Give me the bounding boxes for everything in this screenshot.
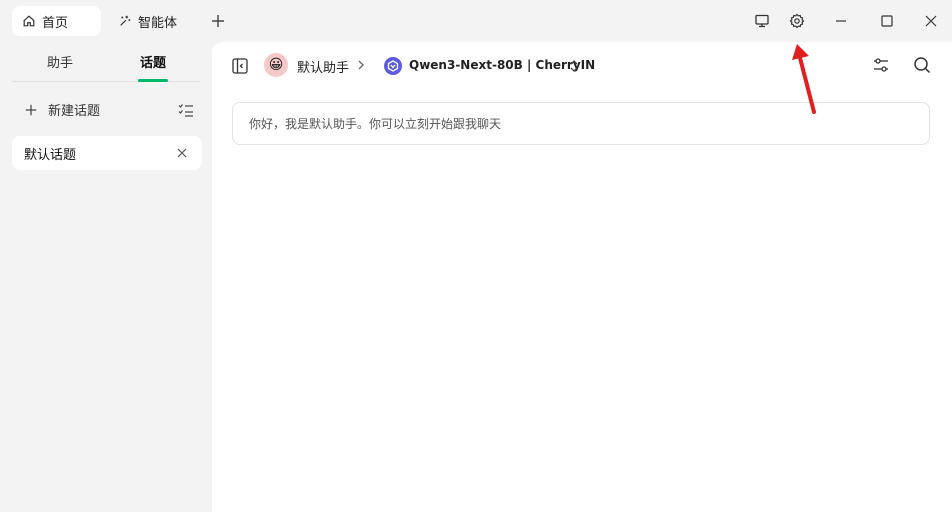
close-icon[interactable] [176,147,188,159]
avatar-emoji: 😀 [268,57,284,73]
sidebar-toggle-icon[interactable] [231,57,249,75]
settings-button[interactable] [786,10,808,32]
avatar[interactable]: 😀 [264,53,288,77]
checklist-icon[interactable] [178,103,194,117]
chat-header: 😀 默认助手 Qwen3-Next-80B | CherryIN [212,42,952,88]
model-logo-icon [387,60,399,72]
model-provider-icon [384,57,402,75]
topic-item-label: 默认话题 [24,147,77,163]
tab-assistants[interactable]: 助手 [47,52,73,71]
minimize-button[interactable] [830,10,852,32]
assistant-name[interactable]: 默认助手 [297,57,349,76]
tab-home[interactable]: 首页 [12,6,101,36]
new-topic-label: 新建话题 [48,104,101,119]
topic-item[interactable]: 默认话题 [12,136,202,170]
tab-home-label: 首页 [42,15,69,31]
title-bar: 首页 智能体 [0,0,952,42]
add-tab-button[interactable] [208,11,228,31]
sidebar: 助手 话题 新建话题 默认话题 [0,42,212,512]
new-topic-button[interactable]: 新建话题 [24,100,100,119]
sidebar-tabs: 助手 话题 [12,42,200,82]
annotation-arrow [792,44,816,114]
home-icon [23,15,35,27]
model-selector[interactable]: Qwen3-Next-80B | CherryIN [409,58,595,72]
gear-icon [789,13,805,29]
plus-icon [25,104,37,115]
maximize-button[interactable] [876,10,898,32]
active-tab-indicator [138,79,168,82]
sparkle-icon [120,15,131,26]
minimize-icon [836,20,846,22]
maximize-icon [881,15,893,27]
welcome-text: 你好，我是默认助手。你可以立刻开始跟我聊天 [249,117,502,131]
sliders-icon[interactable] [872,56,890,74]
chevron-updown-icon[interactable] [569,59,579,73]
tab-agents-label: 智能体 [138,15,178,31]
tab-topics[interactable]: 话题 [140,52,166,71]
search-icon[interactable] [913,56,931,74]
monitor-icon [755,14,769,28]
tab-agents[interactable]: 智能体 [108,6,198,36]
chevron-right-icon [358,60,364,70]
close-window-button[interactable] [920,10,942,32]
monitor-button[interactable] [751,10,773,32]
chat-panel: 😀 默认助手 Qwen3-Next-80B | CherryIN 你好，我是默认… [212,42,952,512]
close-icon [925,15,937,27]
plus-icon [212,15,224,27]
